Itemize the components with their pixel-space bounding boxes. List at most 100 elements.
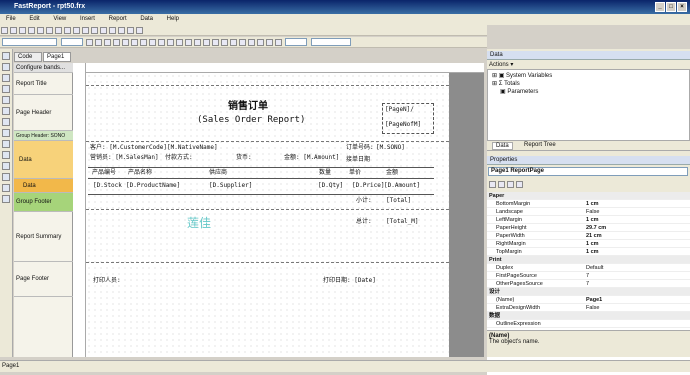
col-price[interactable]: 单价	[349, 169, 361, 177]
property-row[interactable]: (Name) Page1	[487, 296, 690, 304]
border-bottom-icon[interactable]	[212, 39, 219, 46]
line-color-icon[interactable]	[275, 39, 282, 46]
col-product-code[interactable]: 产品编号	[92, 169, 116, 177]
property-category[interactable]: Paper	[487, 192, 690, 200]
font-name-select[interactable]	[2, 38, 57, 46]
tab-code[interactable]: Code	[14, 52, 42, 62]
group-icon[interactable]	[91, 27, 98, 34]
line-width-select[interactable]	[285, 38, 307, 46]
salesman-field[interactable]: 营销员: [M.SalesMan]	[90, 154, 159, 162]
open-icon[interactable]	[10, 27, 17, 34]
pay-term-label[interactable]: 付款方式:	[165, 154, 193, 162]
col-product-name[interactable]: 产品名称	[128, 169, 152, 177]
maximize-button[interactable]: □	[666, 2, 676, 12]
border-all-icon[interactable]	[239, 39, 246, 46]
border-none-icon[interactable]	[248, 39, 255, 46]
save-icon[interactable]	[19, 27, 26, 34]
menu-edit[interactable]: Edit	[23, 14, 45, 25]
align-center-icon[interactable]	[122, 39, 129, 46]
italic-icon[interactable]	[95, 39, 102, 46]
copy-icon[interactable]	[46, 27, 53, 34]
property-row[interactable]: FirstPageSource 7	[487, 272, 690, 280]
actions-button[interactable]: Actions ▾	[489, 61, 513, 68]
deliver-date-label[interactable]: 接单日期	[346, 156, 370, 164]
border-left-icon[interactable]	[221, 39, 228, 46]
property-category[interactable]: 数据	[487, 312, 690, 320]
property-row[interactable]: PaperWidth 21 cm	[487, 232, 690, 240]
grand-total-label[interactable]: 总计:	[356, 218, 372, 226]
line-icon[interactable]	[2, 85, 10, 93]
tab-page1[interactable]: Page1	[43, 52, 71, 62]
alphabetical-icon[interactable]	[498, 181, 505, 188]
customer-field[interactable]: 客户: [M.CustomerCode][M.NativeName]	[90, 144, 218, 152]
property-category[interactable]: Print	[487, 256, 690, 264]
field-stock[interactable]: [D.Stock	[93, 182, 122, 190]
property-row[interactable]: Duplex Default	[487, 264, 690, 272]
bold-icon[interactable]	[86, 39, 93, 46]
tree-item-system-variables[interactable]: ⊞ ▣ System Variables	[492, 72, 552, 79]
configure-bands-button[interactable]: Configure bands...	[14, 63, 73, 73]
new-icon[interactable]	[1, 27, 8, 34]
undo-icon[interactable]	[73, 27, 80, 34]
menu-view[interactable]: View	[47, 14, 72, 25]
close-button[interactable]: ×	[677, 2, 687, 12]
paste-icon[interactable]	[55, 27, 62, 34]
tab-data[interactable]: Data	[492, 142, 513, 150]
order-no-field[interactable]: [M.SONO]	[376, 144, 405, 152]
field-qty[interactable]: [D.Qty]	[318, 182, 343, 190]
property-row[interactable]: Landscape False	[487, 208, 690, 216]
events-icon[interactable]	[516, 181, 523, 188]
band-group-header[interactable]: Group Header: SONO	[14, 131, 73, 141]
align-middle-icon[interactable]	[158, 39, 165, 46]
property-row[interactable]: LeftMargin 1 cm	[487, 216, 690, 224]
cellular-text-icon[interactable]	[2, 195, 10, 203]
zipcode-icon[interactable]	[2, 184, 10, 192]
underline-icon[interactable]	[104, 39, 111, 46]
page-setup-icon[interactable]	[136, 27, 143, 34]
field-supplier[interactable]: [D.Supplier]	[209, 182, 252, 190]
field-amount[interactable]: [D.Amount]	[384, 182, 420, 190]
new-dialog-icon[interactable]	[118, 27, 125, 34]
tab-report-tree[interactable]: Report Tree	[521, 142, 559, 148]
ungroup-icon[interactable]	[100, 27, 107, 34]
band-report-summary[interactable]: Report Summary	[14, 212, 73, 262]
property-row[interactable]: RightMargin 1 cm	[487, 240, 690, 248]
design-canvas[interactable]: 销售订单 (Sales Order Report) [PageN]/ [Page…	[86, 63, 484, 357]
printed-by-field[interactable]: 打印人员:	[93, 277, 121, 285]
print-date-field[interactable]: 打印日期: [Date]	[323, 277, 376, 285]
field-price[interactable]: [D.Price]	[352, 182, 385, 190]
band-page-header[interactable]: Page Header	[14, 95, 73, 131]
report-page[interactable]: 销售订单 (Sales Order Report) [PageN]/ [Page…	[86, 73, 449, 357]
table-icon[interactable]	[2, 118, 10, 126]
rotate-icon[interactable]	[194, 39, 201, 46]
field-product-name[interactable]: [D.ProductName]	[126, 182, 180, 190]
band-page-footer[interactable]: Page Footer	[14, 262, 73, 297]
tree-item-parameters[interactable]: ▣ Parameters	[500, 88, 538, 95]
subtotal-field[interactable]: [Total]	[386, 197, 411, 205]
col-qty[interactable]: 数量	[319, 169, 331, 177]
order-no-label[interactable]: 订单号码:	[346, 144, 374, 152]
delete-page-icon[interactable]	[127, 27, 134, 34]
checkbox-icon[interactable]	[2, 162, 10, 170]
shape-icon[interactable]	[2, 96, 10, 104]
fill-color-icon[interactable]	[266, 39, 273, 46]
currency-label[interactable]: 货币:	[236, 154, 252, 162]
report-title-en[interactable]: (Sales Order Report)	[197, 115, 305, 126]
text-icon[interactable]	[2, 63, 10, 71]
pointer-icon[interactable]	[2, 52, 10, 60]
new-page-icon[interactable]	[109, 27, 116, 34]
justify-icon[interactable]	[140, 39, 147, 46]
menu-insert[interactable]: Insert	[74, 14, 101, 25]
text-color-icon[interactable]	[176, 39, 183, 46]
shadow-icon[interactable]	[257, 39, 264, 46]
menu-file[interactable]: File	[0, 14, 22, 25]
amount-field[interactable]: 金额: [M.Amount]	[284, 154, 339, 162]
picture-icon[interactable]	[2, 74, 10, 82]
matrix-icon[interactable]	[2, 129, 10, 137]
menu-help[interactable]: Help	[161, 14, 185, 25]
tree-item-totals[interactable]: ⊞ Σ Totals	[492, 80, 520, 87]
property-row[interactable]: PaperHeight 29.7 cm	[487, 224, 690, 232]
subtotal-label[interactable]: 小计:	[356, 197, 372, 205]
border-top-icon[interactable]	[203, 39, 210, 46]
categorized-icon[interactable]	[489, 181, 496, 188]
